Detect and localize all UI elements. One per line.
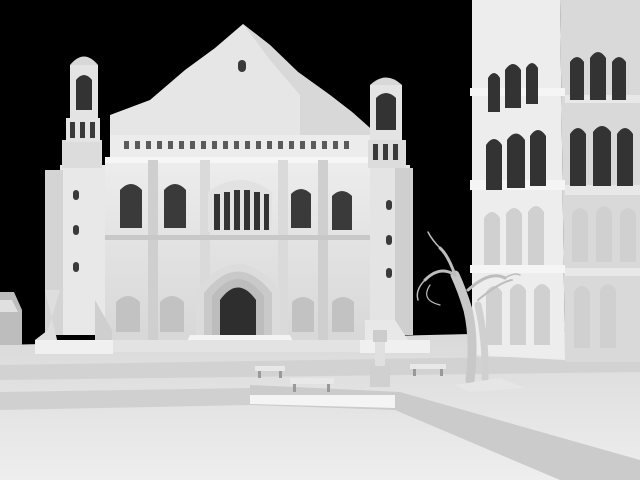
arcaded-tower-right — [470, 0, 640, 362]
rendered-3d-scene — [0, 0, 640, 480]
